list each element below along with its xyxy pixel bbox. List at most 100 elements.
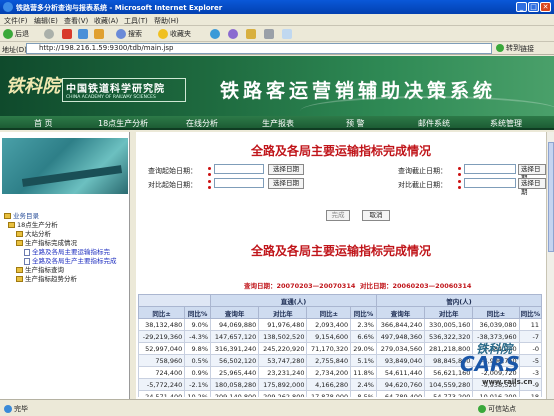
group-header-local: 管内(人) <box>375 294 542 307</box>
cancel-button[interactable]: 取消 <box>362 210 390 221</box>
nav-18-analysis[interactable]: 18点生产分析 <box>98 118 148 129</box>
home-button[interactable] <box>94 29 106 40</box>
scrollbar-thumb[interactable] <box>548 142 554 252</box>
folder-open-icon <box>8 222 15 228</box>
table-cell: 23,231,240 <box>258 366 308 379</box>
maximize-button[interactable]: □ <box>528 2 539 12</box>
url-text: http://198.216.1.59:9300/tdb/main.jsp <box>39 44 174 52</box>
table-cell: 94,069,880 <box>209 318 260 331</box>
nav-online-analysis[interactable]: 在线分析 <box>186 118 218 129</box>
required-marker <box>458 167 461 170</box>
compare-end-input[interactable] <box>464 178 516 188</box>
tree-item-trend-analysis[interactable]: 生产指标趋势分析 <box>16 273 77 283</box>
table-cell: 2,093,400 <box>306 318 352 331</box>
query-start-input[interactable] <box>214 164 264 174</box>
stop-button[interactable] <box>62 29 74 40</box>
back-button[interactable]: 后退 <box>3 29 29 40</box>
rail-graphic <box>21 165 123 187</box>
table-cell: 724,400 <box>138 366 186 379</box>
required-marker <box>458 186 461 189</box>
table-cell: 2,734,200 <box>306 366 352 379</box>
home-icon <box>94 29 104 39</box>
column-header: 同比% <box>518 306 542 319</box>
query-start-date-button[interactable]: 选择日期 <box>268 164 304 175</box>
table-cell: 5.1% <box>350 354 377 367</box>
column-header: 同比± <box>138 306 186 319</box>
table-cell: 38,132,480 <box>138 318 186 331</box>
table-cell: 175,892,000 <box>258 378 308 391</box>
print-icon <box>264 29 274 39</box>
favorites-button[interactable]: 收藏夹 <box>158 29 191 40</box>
menu-favorites[interactable]: 收藏(A) <box>94 16 118 26</box>
menu-edit[interactable]: 编辑(E) <box>34 16 58 26</box>
minimize-button[interactable]: _ <box>516 2 527 12</box>
sidebar-photo <box>2 138 128 194</box>
column-header: 同比% <box>184 306 211 319</box>
nav-alerts[interactable]: 预 警 <box>346 118 365 129</box>
cars-watermark: 铁科院 CARS www.rails.cn <box>452 340 552 400</box>
table-cell: -4.3% <box>184 330 211 343</box>
column-header: 对比年 <box>424 306 474 319</box>
table-cell: 93,849,040 <box>375 354 426 367</box>
table-cell: 147,657,120 <box>209 330 260 343</box>
table-header-spacer <box>138 294 211 307</box>
table-cell: 4,166,280 <box>306 378 352 391</box>
edit-button[interactable] <box>282 29 294 40</box>
close-button[interactable]: ✕ <box>540 2 551 12</box>
column-header: 查询年 <box>209 306 260 319</box>
table-cell: 209,262,800 <box>258 390 308 397</box>
links-button[interactable]: 链接 <box>520 44 534 54</box>
go-button[interactable]: 转到 <box>496 43 520 54</box>
window-title: 铁路营多分析查询与报表系统 - Microsoft Internet Explo… <box>16 4 223 12</box>
table-cell: 17,878,000 <box>306 390 352 397</box>
table-cell: 91,976,480 <box>258 318 308 331</box>
nav-mail[interactable]: 邮件系统 <box>418 118 450 129</box>
compare-start-input[interactable] <box>214 178 264 188</box>
address-input[interactable]: http://198.216.1.59:9300/tdb/main.jsp <box>26 43 492 54</box>
query-end-date-button[interactable]: 选择日期 <box>518 164 546 182</box>
table-cell: 29.0% <box>350 342 377 355</box>
report-title: 全路及各局主要运输指标完成情况 <box>250 244 431 258</box>
table-cell: 2.3% <box>350 318 377 331</box>
star-icon <box>158 29 168 39</box>
query-end-label: 查询截止日期： <box>398 167 447 175</box>
query-date-range: 查询日期：20070203—20070314 <box>244 282 356 290</box>
institute-logo: 中国铁道科学研究院 CHINA ACADEMY OF RAILWAY SCIEN… <box>62 78 186 102</box>
forward-arrow-icon <box>44 29 54 39</box>
forward-button[interactable] <box>44 29 56 40</box>
menu-help[interactable]: 帮助(H) <box>154 16 179 26</box>
table-cell: 52,997,040 <box>138 342 186 355</box>
submit-button[interactable]: 完成 <box>326 210 350 221</box>
table-cell: 94,620,760 <box>375 378 426 391</box>
print-button[interactable] <box>264 29 276 40</box>
table-cell: 9.0% <box>184 318 211 331</box>
history-button[interactable] <box>228 29 240 40</box>
menu-file[interactable]: 文件(F) <box>4 16 28 26</box>
status-text: 完毕 <box>4 404 28 414</box>
table-cell: 366,844,240 <box>375 318 426 331</box>
logo-en: CHINA ACADEMY OF RAILWAY SCIENCES <box>66 95 156 100</box>
table-cell: 24,571,400 <box>138 390 186 397</box>
required-marker <box>208 167 211 170</box>
search-button[interactable]: 搜索 <box>116 29 142 40</box>
nav-home[interactable]: 首 页 <box>34 118 53 129</box>
menu-bar: 文件(F) 编辑(E) 查看(V) 收藏(A) 工具(T) 帮助(H) <box>0 14 554 26</box>
column-header: 同比± <box>306 306 352 319</box>
nav-system-admin[interactable]: 系统管理 <box>490 118 522 129</box>
compare-start-date-button[interactable]: 选择日期 <box>268 178 304 189</box>
refresh-button[interactable] <box>78 29 90 40</box>
compare-start-label: 对比起始日期： <box>148 181 197 189</box>
table-cell: 758,960 <box>138 354 186 367</box>
address-bar: 地址(D) http://198.216.1.59:9300/tdb/main.… <box>0 42 554 55</box>
media-button[interactable] <box>210 29 222 40</box>
table-cell: -2.1% <box>184 378 211 391</box>
table-cell: 6.6% <box>350 330 377 343</box>
menu-tools[interactable]: 工具(T) <box>124 16 148 26</box>
sidebar: 业务目录 18点生产分析 大站分析 生产指标完成情况 全路及各局主要运输指标完 … <box>0 132 130 399</box>
mail-button[interactable] <box>246 29 258 40</box>
query-end-input[interactable] <box>464 164 516 174</box>
menu-view[interactable]: 查看(V) <box>64 16 88 26</box>
nav-reports[interactable]: 生产报表 <box>262 118 294 129</box>
compare-end-date-button[interactable]: 选择日期 <box>518 178 546 196</box>
table-cell: 279,034,560 <box>375 342 426 355</box>
